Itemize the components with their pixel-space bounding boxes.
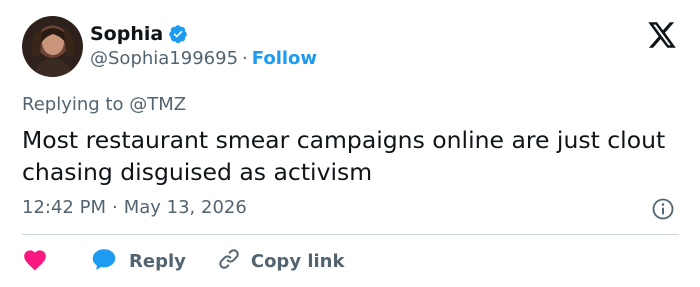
meta-separator: · xyxy=(111,197,118,218)
avatar[interactable] xyxy=(22,16,83,77)
replying-to-link[interactable]: @TMZ xyxy=(129,94,186,115)
replying-to-prefix: Replying to xyxy=(22,94,124,115)
reply-label: Reply xyxy=(129,250,186,272)
like-button[interactable] xyxy=(22,247,50,275)
action-bar: Reply Copy link xyxy=(22,247,344,275)
link-icon xyxy=(217,247,241,275)
info-icon[interactable] xyxy=(651,197,675,221)
follow-button[interactable]: Follow xyxy=(252,48,317,69)
tweet-timestamp[interactable]: 12:42 PM · May 13, 2026 xyxy=(22,196,247,220)
tweet-text: Most restaurant smear campaigns online a… xyxy=(22,126,666,186)
copy-link-label: Copy link xyxy=(250,250,345,272)
handle-separator: · xyxy=(242,48,248,69)
tweet-card: Sophia @Sophia199695 · Follow Replying to … xyxy=(0,0,700,287)
tweet-date: May 13, 2026 xyxy=(123,197,247,218)
reply-button[interactable]: Reply xyxy=(91,247,186,275)
author-name-row: Sophia xyxy=(90,22,188,46)
author-handle-row: @Sophia199695 · Follow xyxy=(90,47,317,71)
author-handle[interactable]: @Sophia199695 xyxy=(90,48,238,69)
x-logo-icon[interactable] xyxy=(646,21,678,49)
copy-link-button[interactable]: Copy link xyxy=(217,247,345,275)
tweet-time: 12:42 PM xyxy=(22,197,106,218)
verified-badge-icon xyxy=(168,24,188,44)
heart-icon xyxy=(22,247,48,275)
divider xyxy=(22,234,679,235)
display-name[interactable]: Sophia xyxy=(90,22,163,46)
replying-to: Replying to @TMZ xyxy=(22,93,186,117)
reply-bubble-icon xyxy=(91,247,117,275)
